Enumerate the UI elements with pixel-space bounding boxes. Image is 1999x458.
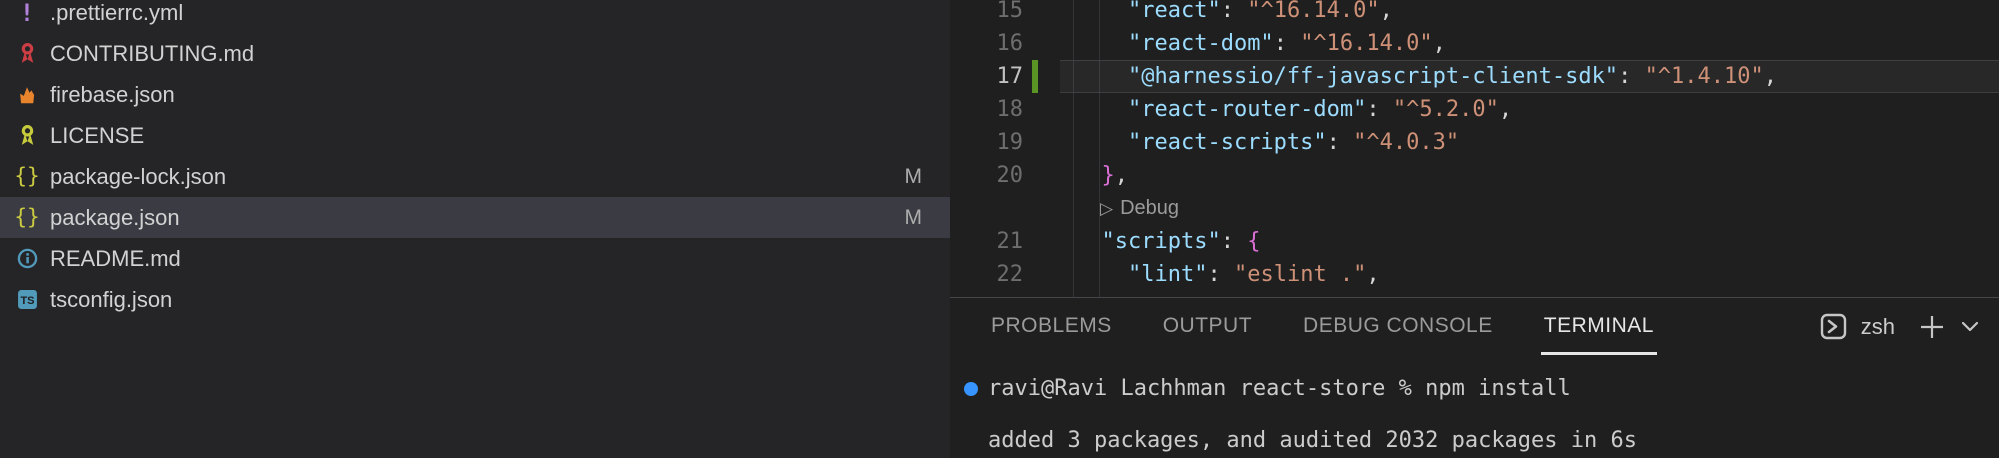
new-terminal-button[interactable] <box>1917 312 1947 342</box>
command-decoration-dot[interactable] <box>964 382 978 396</box>
terminal-line: added 3 packages, and audited 2032 packa… <box>988 428 1637 454</box>
terminal-icon <box>1820 313 1847 340</box>
ts-icon: TS <box>12 287 42 313</box>
code-text: "react-dom": "^16.14.0", <box>1075 27 1446 60</box>
code-text: "react": "^16.14.0", <box>1075 0 1393 27</box>
tab-terminal[interactable]: TERMINAL <box>1541 298 1657 355</box>
bottom-panel: PROBLEMS OUTPUT DEBUG CONSOLE TERMINAL zsh <box>950 297 1999 458</box>
code-line[interactable]: 20 }, <box>950 159 1999 192</box>
code-text: "react-router-dom": "^5.2.0", <box>1075 93 1512 126</box>
file-name: LICENSE <box>50 123 144 149</box>
tab-debug-console[interactable]: DEBUG CONSOLE <box>1300 298 1496 355</box>
code-line[interactable]: 15 "react": "^16.14.0", <box>950 0 1999 27</box>
code-line[interactable]: 17 "@harnessio/ff-javascript-client-sdk"… <box>950 60 1999 93</box>
code-line[interactable]: 21 "scripts": { <box>950 225 1999 258</box>
file-name: CONTRIBUTING.md <box>50 41 254 67</box>
tab-problems[interactable]: PROBLEMS <box>988 298 1115 355</box>
code-line[interactable]: 16 "react-dom": "^16.14.0", <box>950 27 1999 60</box>
file-name: .prettierrc.yml <box>50 0 183 26</box>
vscode-window: ! .prettierrc.yml CONTRIBUTING.md firebase.… <box>0 0 1999 458</box>
svg-text:TS: TS <box>20 295 34 307</box>
git-modified-badge: M <box>905 156 923 197</box>
file-name: README.md <box>50 246 181 272</box>
file-name: package-lock.json <box>50 164 226 190</box>
explorer-sidebar: ! .prettierrc.yml CONTRIBUTING.md firebase.… <box>0 0 950 458</box>
code-line[interactable]: 19 "react-scripts": "^4.0.3" <box>950 126 1999 159</box>
line-number: 20 <box>950 159 1023 192</box>
line-number: 15 <box>950 0 1023 27</box>
code-text: "@harnessio/ff-javascript-client-sdk": "… <box>1075 60 1777 93</box>
file-row[interactable]: LICENSE <box>0 115 950 156</box>
file-row[interactable]: firebase.json <box>0 74 950 115</box>
line-number: 22 <box>950 258 1023 291</box>
git-modified-badge: M <box>905 197 923 238</box>
line-number: 16 <box>950 27 1023 60</box>
code-text: }, <box>1075 159 1128 192</box>
panel-tab-bar: PROBLEMS OUTPUT DEBUG CONSOLE TERMINAL <box>988 298 1657 355</box>
line-number: 18 <box>950 93 1023 126</box>
editor-pane[interactable]: 15 "react": "^16.14.0",16 "react-dom": "… <box>950 0 1999 297</box>
ribbon-icon <box>12 41 42 67</box>
code-text: "scripts": { <box>1075 225 1260 258</box>
braces-icon: {} <box>12 164 42 190</box>
panel-actions: zsh <box>1820 298 1979 355</box>
flame-icon <box>12 82 42 108</box>
code-text: "react-scripts": "^4.0.3" <box>1075 126 1459 159</box>
terminal-dropdown-button[interactable] <box>1961 321 1979 333</box>
gutter-added-indicator <box>1032 60 1038 93</box>
terminal-line: ravi@Ravi Lachhman react-store % npm ins… <box>988 376 1571 402</box>
file-name: firebase.json <box>50 82 175 108</box>
codelens-label: Debug <box>1120 197 1179 219</box>
file-row[interactable]: TS tsconfig.json <box>0 279 950 320</box>
tab-output[interactable]: OUTPUT <box>1160 298 1255 355</box>
line-number: 19 <box>950 126 1023 159</box>
debug-play-icon: ▷ <box>1100 199 1113 218</box>
yaml-exclaim-icon: ! <box>12 0 42 26</box>
line-number: 21 <box>950 225 1023 258</box>
braces-icon: {} <box>12 205 42 231</box>
file-row[interactable]: {} package.json M <box>0 197 950 238</box>
info-icon <box>12 246 42 272</box>
line-number: 17 <box>950 60 1023 93</box>
codelens-debug-link[interactable]: ▷ Debug <box>1100 192 1179 225</box>
file-row[interactable]: ! .prettierrc.yml <box>0 0 950 33</box>
file-name: package.json <box>50 205 180 231</box>
file-row[interactable]: README.md <box>0 238 950 279</box>
code-text: "lint": "eslint .", <box>1075 258 1380 291</box>
code-line[interactable]: 18 "react-router-dom": "^5.2.0", <box>950 93 1999 126</box>
shell-label: zsh <box>1861 314 1895 340</box>
file-row[interactable]: CONTRIBUTING.md <box>0 33 950 74</box>
code-line[interactable]: 22 "lint": "eslint .", <box>950 258 1999 291</box>
file-name: tsconfig.json <box>50 287 172 313</box>
file-row[interactable]: {} package-lock.json M <box>0 156 950 197</box>
ribbon-icon <box>12 123 42 149</box>
